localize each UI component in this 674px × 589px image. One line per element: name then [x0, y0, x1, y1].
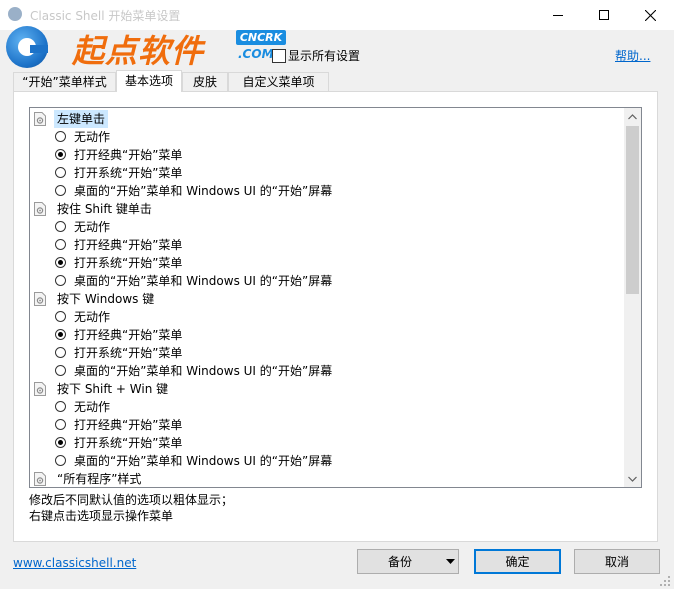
backup-button[interactable]: 备份 — [357, 549, 459, 574]
tab-skin[interactable]: 皮肤 — [182, 72, 228, 91]
settings-page-icon — [34, 472, 46, 486]
tree-option-label: 打开系统“开始”菜单 — [74, 436, 183, 450]
radio-checked-icon[interactable] — [55, 149, 66, 160]
tree-group-label: 按下 Shift + Win 键 — [57, 382, 169, 396]
backup-dropdown[interactable] — [442, 550, 459, 573]
watermark-logo: 起点软件 CNCRK .COM — [4, 20, 286, 70]
watermark-text: 起点软件 — [72, 32, 205, 70]
dropdown-arrow-icon — [446, 559, 455, 564]
vertical-scrollbar[interactable] — [624, 108, 641, 487]
chevron-down-icon — [628, 476, 637, 482]
tab-customize-menu[interactable]: 自定义菜单项 — [228, 72, 329, 91]
tree-group-label: 按住 Shift 键单击 — [57, 202, 152, 216]
tree-group-label: 按下 Windows 键 — [57, 292, 155, 306]
website-link[interactable]: www.classicshell.net — [13, 556, 136, 570]
tree-option-label: 打开经典“开始”菜单 — [74, 148, 183, 162]
close-button[interactable] — [627, 0, 673, 30]
scroll-thumb[interactable] — [626, 126, 639, 294]
resize-grip-icon[interactable] — [658, 574, 672, 588]
watermark-domain: .COM — [238, 47, 274, 61]
radio-checked-icon[interactable] — [55, 329, 66, 340]
radio-unchecked-icon[interactable] — [55, 311, 66, 322]
settings-page-icon — [34, 112, 46, 126]
ok-button[interactable]: 确定 — [474, 549, 561, 574]
cancel-button[interactable]: 取消 — [574, 549, 660, 574]
radio-unchecked-icon[interactable] — [55, 401, 66, 412]
show-all-label: 显示所有设置 — [288, 49, 361, 63]
tree-option-label: 无动作 — [74, 310, 111, 324]
tree-option-label: 无动作 — [74, 400, 111, 414]
radio-checked-icon[interactable] — [55, 437, 66, 448]
chevron-up-icon — [628, 113, 637, 119]
tree-option-label: 打开系统“开始”菜单 — [74, 166, 183, 180]
maximize-button[interactable] — [581, 0, 627, 30]
tree-option-label: 桌面的“开始”菜单和 Windows UI 的“开始”屏幕 — [74, 454, 333, 468]
radio-unchecked-icon[interactable] — [55, 365, 66, 376]
settings-page-icon — [34, 292, 46, 306]
tree-group-label: “所有程序”样式 — [57, 472, 142, 486]
radio-unchecked-icon[interactable] — [55, 239, 66, 250]
hint-line-2: 右键点击选项显示操作菜单 — [29, 509, 174, 523]
scroll-down-button[interactable] — [624, 470, 641, 487]
maximize-icon — [599, 10, 609, 20]
watermark-emblem-icon — [6, 26, 48, 68]
watermark-badge: CNCRK — [236, 30, 286, 45]
tree-option-label: 桌面的“开始”菜单和 Windows UI 的“开始”屏幕 — [74, 184, 333, 198]
tree-option-label: 桌面的“开始”菜单和 Windows UI 的“开始”屏幕 — [74, 364, 333, 378]
tree-option-label: 打开经典“开始”菜单 — [74, 238, 183, 252]
tree-option-label: 无动作 — [74, 220, 111, 234]
radio-unchecked-icon[interactable] — [55, 347, 66, 358]
radio-unchecked-icon[interactable] — [55, 275, 66, 286]
radio-unchecked-icon[interactable] — [55, 131, 66, 142]
tab-basic-options[interactable]: 基本选项 — [116, 70, 182, 92]
hint-text: 修改后不同默认值的选项以粗体显示； 右键点击选项显示操作菜单 — [29, 492, 233, 524]
tree-option-label: 打开系统“开始”菜单 — [74, 256, 183, 270]
radio-unchecked-icon[interactable] — [55, 455, 66, 466]
app-icon — [8, 7, 22, 21]
show-all-checkbox[interactable] — [272, 49, 286, 63]
minimize-button[interactable] — [535, 0, 581, 30]
tree-option-label: 打开经典“开始”菜单 — [74, 418, 183, 432]
backup-button-label: 备份 — [387, 555, 412, 569]
radio-checked-icon[interactable] — [55, 257, 66, 268]
help-link[interactable]: 帮助... — [615, 47, 650, 64]
close-icon — [644, 9, 656, 21]
settings-page-icon — [34, 382, 46, 396]
tab-start-menu-style[interactable]: “开始”菜单样式 — [13, 72, 116, 91]
radio-unchecked-icon[interactable] — [55, 419, 66, 430]
settings-page-icon — [34, 202, 46, 216]
tree-option-label: 打开系统“开始”菜单 — [74, 346, 183, 360]
tree-option-label: 打开经典“开始”菜单 — [74, 328, 183, 342]
tree-option-label: 无动作 — [74, 130, 111, 144]
radio-unchecked-icon[interactable] — [55, 185, 66, 196]
minimize-icon — [553, 15, 563, 16]
settings-tree[interactable]: 左键单击 无动作 打开经典“开始”菜单 打开系统“开始”菜单 桌面的“开始”菜单和 Wi… — [29, 107, 642, 488]
scroll-up-button[interactable] — [624, 108, 641, 125]
radio-unchecked-icon[interactable] — [55, 167, 66, 178]
tree-group-label: 左键单击 — [54, 110, 109, 128]
radio-unchecked-icon[interactable] — [55, 221, 66, 232]
hint-line-1: 修改后不同默认值的选项以粗体显示； — [29, 493, 234, 507]
tree-option-label: 桌面的“开始”菜单和 Windows UI 的“开始”屏幕 — [74, 274, 333, 288]
